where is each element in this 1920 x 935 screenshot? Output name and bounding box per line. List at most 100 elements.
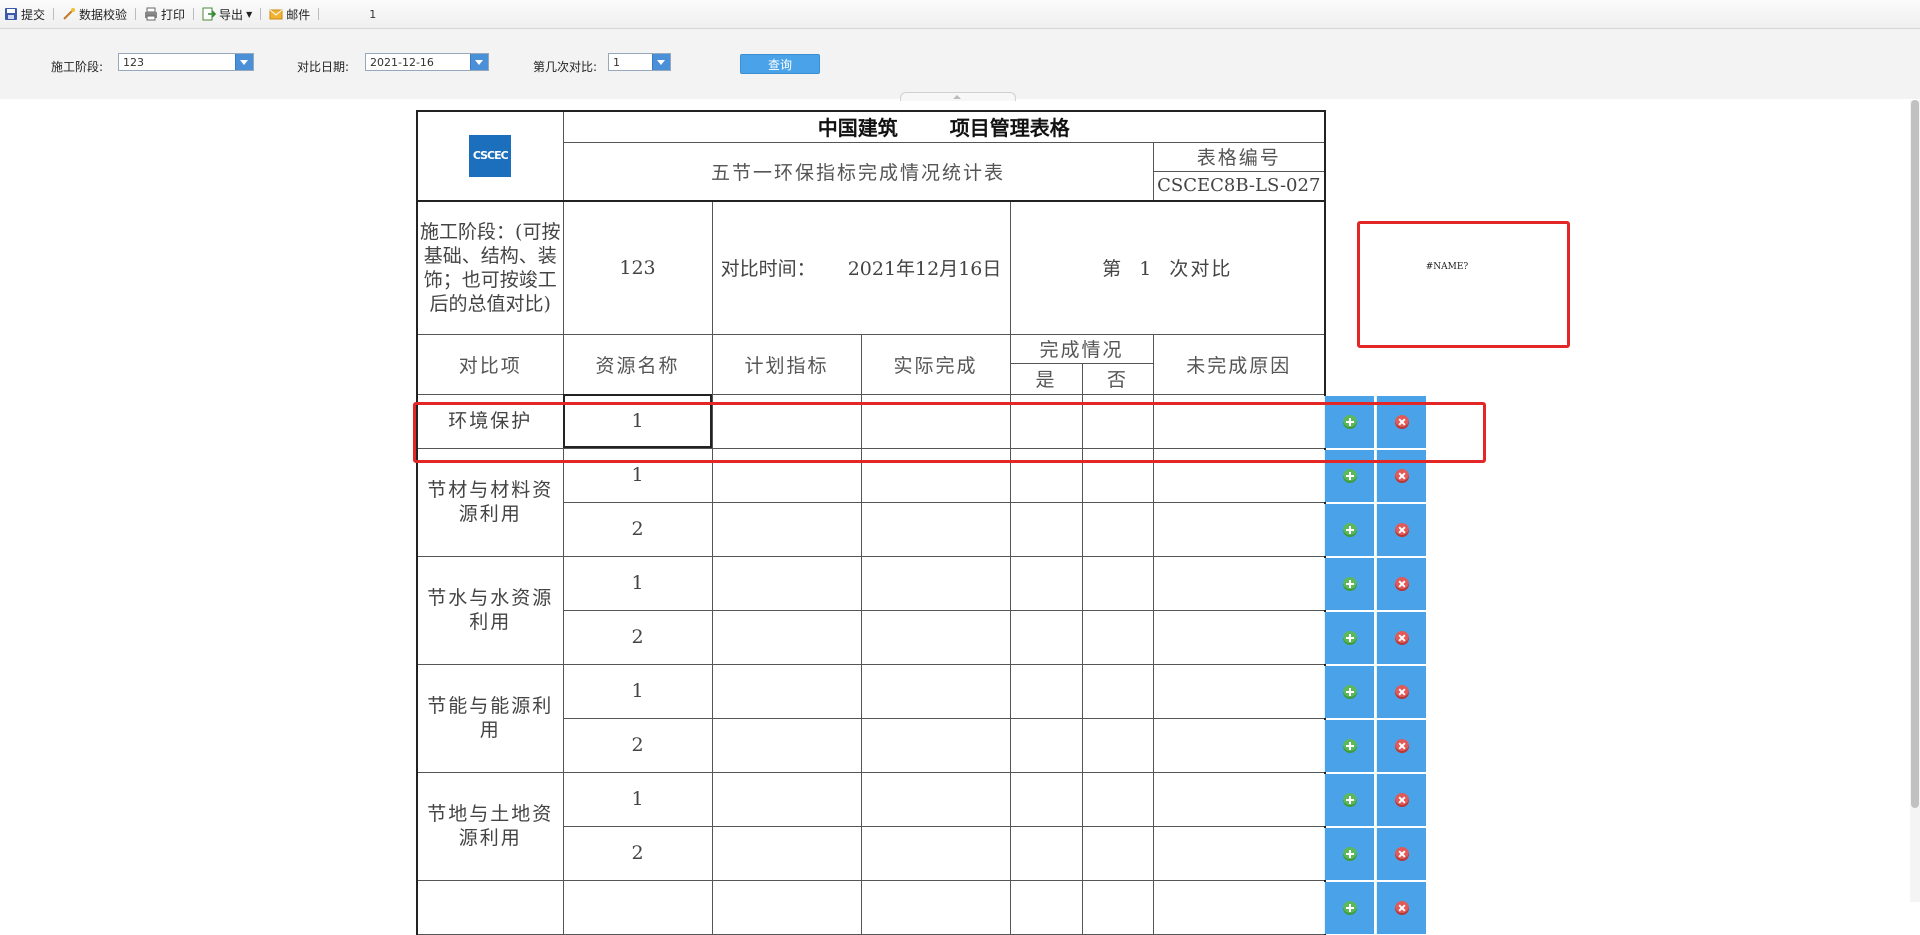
delete-row-button[interactable] [1376,774,1426,826]
actual-cell[interactable] [860,771,1011,827]
plan-cell[interactable] [711,879,862,935]
actual-cell[interactable] [860,879,1011,935]
no-cell[interactable] [1081,609,1154,665]
no-cell[interactable] [1081,825,1154,881]
delete-row-button[interactable] [1376,828,1426,880]
export-button[interactable]: 导出 ▼ [198,4,256,24]
actual-cell[interactable] [860,555,1011,611]
plan-cell[interactable] [711,663,862,719]
chevron-down-icon[interactable] [235,54,253,70]
actual-cell[interactable] [860,393,1011,449]
vertical-scrollbar[interactable] [1910,100,1920,902]
actual-cell[interactable] [860,609,1011,665]
resource-cell[interactable]: 2 [562,609,713,665]
plan-cell[interactable] [711,771,862,827]
scrollbar-thumb[interactable] [1911,100,1919,808]
delete-row-button[interactable] [1376,666,1426,718]
resource-cell[interactable]: 2 [562,717,713,773]
reason-cell[interactable] [1152,609,1327,665]
chevron-down-icon[interactable] [470,54,488,70]
reason-cell[interactable] [1152,555,1327,611]
no-cell[interactable] [1081,879,1154,935]
no-cell[interactable] [1081,555,1154,611]
round-select-value: 1 [613,56,620,69]
add-row-button[interactable] [1324,396,1374,448]
submit-button[interactable]: 提交 [0,4,49,24]
no-cell[interactable] [1081,771,1154,827]
plan-cell[interactable] [711,501,862,557]
add-row-button[interactable] [1324,774,1374,826]
yes-cell[interactable] [1009,717,1083,773]
plan-cell[interactable] [711,825,862,881]
yes-cell[interactable] [1009,555,1083,611]
reason-cell[interactable] [1152,663,1327,719]
actual-cell[interactable] [860,447,1011,503]
reason-cell[interactable] [1152,771,1327,827]
yes-cell[interactable] [1009,663,1083,719]
resource-cell[interactable]: 1 [562,555,713,611]
delete-row-button[interactable] [1376,396,1426,448]
print-button[interactable]: 打印 [140,4,189,24]
add-row-button[interactable] [1324,504,1374,556]
add-row-button[interactable] [1324,720,1374,772]
stage-select[interactable]: 123 [118,53,254,71]
add-row-button[interactable] [1324,828,1374,880]
resource-cell[interactable]: 2 [562,501,713,557]
mail-button[interactable]: 邮件 [265,4,314,24]
plan-cell[interactable] [711,717,862,773]
plan-cell[interactable] [711,555,862,611]
actual-cell[interactable] [860,717,1011,773]
no-cell[interactable] [1081,447,1154,503]
report-subtitle: 五节一环保指标完成情况统计表 [562,141,1154,202]
yes-cell[interactable] [1009,771,1083,827]
resource-cell[interactable] [562,879,713,935]
delete-row-button[interactable] [1376,450,1426,502]
delete-row-button[interactable] [1376,558,1426,610]
chevron-down-icon[interactable] [652,54,670,70]
yes-cell[interactable] [1009,501,1083,557]
reason-cell[interactable] [1152,825,1327,881]
no-cell[interactable] [1081,501,1154,557]
add-row-button[interactable] [1324,882,1374,934]
reason-cell[interactable] [1152,447,1327,503]
yes-cell[interactable] [1009,609,1083,665]
no-cell[interactable] [1081,663,1154,719]
resource-cell[interactable]: 1 [562,447,713,503]
yes-cell[interactable] [1009,447,1083,503]
actual-cell[interactable] [860,663,1011,719]
plus-icon [1343,469,1357,483]
round-select[interactable]: 1 [608,53,671,71]
plus-icon [1343,415,1357,429]
validate-button[interactable]: 数据校验 [58,4,131,24]
date-select[interactable]: 2021-12-16 [365,53,489,71]
reason-cell[interactable] [1152,393,1327,449]
actual-cell[interactable] [860,825,1011,881]
reason-cell[interactable] [1152,501,1327,557]
reason-cell[interactable] [1152,717,1327,773]
no-cell[interactable] [1081,393,1154,449]
no-cell[interactable] [1081,717,1154,773]
add-row-button[interactable] [1324,558,1374,610]
plan-cell[interactable] [711,393,862,449]
plan-cell[interactable] [711,447,862,503]
reason-cell[interactable] [1152,879,1327,935]
delete-row-button[interactable] [1376,612,1426,664]
resource-cell[interactable]: 2 [562,825,713,881]
yes-cell[interactable] [1009,825,1083,881]
yes-cell[interactable] [1009,879,1083,935]
delete-row-button[interactable] [1376,720,1426,772]
delete-row-button[interactable] [1376,504,1426,556]
yes-cell[interactable] [1009,393,1083,449]
query-button[interactable]: 查询 [740,54,820,74]
resource-cell[interactable]: 1 [562,663,713,719]
add-row-button[interactable] [1324,450,1374,502]
add-row-button[interactable] [1324,666,1374,718]
plan-cell[interactable] [711,609,862,665]
actual-cell[interactable] [860,501,1011,557]
delete-row-button[interactable] [1376,882,1426,934]
resource-cell[interactable]: 1 [562,393,713,449]
stage-description: 施工阶段：(可按基础、结构、装饰；也可按竣工后的总值对比) [416,200,564,335]
add-row-button[interactable] [1324,612,1374,664]
collapse-toggle[interactable] [900,92,1016,101]
resource-cell[interactable]: 1 [562,771,713,827]
